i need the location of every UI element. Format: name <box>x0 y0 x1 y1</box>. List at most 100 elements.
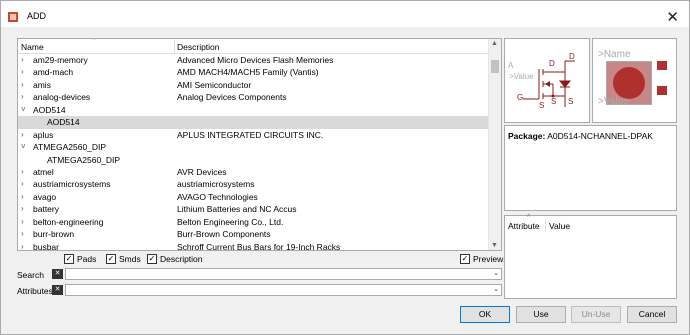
pads-checkbox[interactable]: ✓ <box>64 254 74 264</box>
use-button[interactable]: Use <box>516 306 566 323</box>
description-label: Description <box>160 254 203 264</box>
expand-arrow-icon[interactable]: › <box>21 178 29 190</box>
item-name: atmel <box>33 166 54 177</box>
item-name: aplus <box>33 129 54 140</box>
list-item[interactable]: › avago AVAGO Technologies <box>18 191 490 203</box>
library-list[interactable]: ^ Name Description › am29-memory Advanced … <box>17 38 502 251</box>
list-vertical-scrollbar[interactable]: ▲ ▼ <box>488 39 501 250</box>
collapse-arrow-icon[interactable]: ˅ <box>21 141 29 153</box>
list-item[interactable]: › burr-brown Burr-Brown Components <box>18 228 490 240</box>
column-header-attribute[interactable]: Attribute <box>508 221 540 231</box>
expand-arrow-icon[interactable]: › <box>21 191 29 203</box>
item-name: amis <box>33 79 51 90</box>
package-info-value: A0D514-NCHANNEL-DPAK <box>547 131 653 141</box>
pads-option[interactable]: ✓ Pads <box>64 254 96 264</box>
list-item[interactable]: › busbar Schroff Current Bus Bars for 19-I… <box>18 241 490 251</box>
list-item[interactable]: › am29-memory Advanced Micro Devices Flash… <box>18 54 490 66</box>
item-name: austriamicrosystems <box>33 179 111 190</box>
pads-label: Pads <box>77 254 97 264</box>
column-header-name[interactable]: Name <box>21 42 44 52</box>
close-icon[interactable]: ✕ <box>666 8 679 26</box>
item-name: avago <box>33 191 57 202</box>
window-title: ADD <box>27 11 47 21</box>
list-item[interactable]: › amis AMI Semiconductor <box>18 79 490 91</box>
preview-option[interactable]: ✓ Preview <box>460 254 503 264</box>
attributes-label: Attributes <box>17 286 53 296</box>
list-item[interactable]: › amd-mach AMD MACH4/MACH5 Family (Vantis) <box>18 66 490 78</box>
package-info-panel: Package: A0D514-NCHANNEL-DPAK <box>504 125 677 211</box>
collapse-arrow-icon[interactable]: ˅ <box>21 104 29 116</box>
list-item[interactable]: › belton-engineering Belton Engineering Co… <box>18 216 490 228</box>
list-item[interactable]: ˅ AOD514 <box>18 104 490 116</box>
ok-button[interactable]: OK <box>460 306 510 323</box>
symbol-pin-d-left: D <box>549 59 555 68</box>
list-item[interactable]: › aplus APLUS INTEGRATED CIRCUITS INC. <box>18 129 490 141</box>
symbol-pin-s-right: S <box>568 97 574 106</box>
search-label: Search <box>17 270 44 280</box>
column-separator[interactable] <box>545 219 546 231</box>
column-header-description[interactable]: Description <box>177 42 220 52</box>
list-item[interactable]: ATMEGA2560_DIP <box>18 154 490 166</box>
symbol-preview[interactable]: A >Value D D G S S S <box>504 38 590 123</box>
symbol-pin-a-label: A <box>508 61 514 70</box>
item-name: ATMEGA2560_DIP <box>47 154 121 165</box>
item-description: AVAGO Technologies <box>177 191 258 202</box>
list-item[interactable]: › battery Lithium Batteries and NC Accus <box>18 203 490 215</box>
package-pad-1 <box>657 61 667 70</box>
item-name: am29-memory <box>33 55 88 65</box>
expand-arrow-icon[interactable]: › <box>21 216 29 228</box>
scroll-thumb[interactable] <box>491 60 499 73</box>
package-info: Package: A0D514-NCHANNEL-DPAK <box>508 131 653 141</box>
item-name: AOD514 <box>47 117 80 128</box>
attributes-clear-icon[interactable]: ✕ <box>52 285 63 295</box>
title-bar: ADD ✕ <box>1 7 689 27</box>
preview-label: Preview <box>473 254 504 264</box>
search-dropdown-icon[interactable]: ⌄ <box>493 269 499 277</box>
column-header-value[interactable]: Value <box>549 221 570 231</box>
list-rows: › am29-memory Advanced Micro Devices Flash… <box>18 54 490 251</box>
description-checkbox[interactable]: ✓ <box>147 254 157 264</box>
expand-arrow-icon[interactable]: › <box>21 66 29 78</box>
add-dialog: ADD ✕ ^ Name Description › am29-memory Adv… <box>0 0 690 335</box>
expand-arrow-icon[interactable]: › <box>21 228 29 240</box>
list-item[interactable]: ˅ ATMEGA2560_DIP <box>18 141 490 153</box>
expand-arrow-icon[interactable]: › <box>21 79 29 91</box>
item-description: Lithium Batteries and NC Accus <box>177 204 297 215</box>
expand-arrow-icon[interactable]: › <box>21 54 29 66</box>
search-input[interactable]: ⌄ <box>65 268 502 280</box>
smds-label: Smds <box>119 254 141 264</box>
symbol-value-label: >Value <box>509 72 534 81</box>
expand-arrow-icon[interactable]: › <box>21 241 29 250</box>
search-clear-icon[interactable]: ✕ <box>52 269 63 279</box>
package-info-label: Package: <box>508 131 546 141</box>
list-item[interactable]: › analog-devices Analog Devices Components <box>18 91 490 103</box>
attributes-input[interactable]: ⌄ <box>65 284 502 296</box>
preview-checkbox[interactable]: ✓ <box>460 254 470 264</box>
column-separator[interactable] <box>174 40 175 53</box>
filter-options: ✓ Pads ✓ Smds ✓ Description ✓ Preview <box>17 254 503 267</box>
item-name: analog-devices <box>33 92 91 103</box>
symbol-pin-d-right: D <box>569 52 575 61</box>
expand-arrow-icon[interactable]: › <box>21 166 29 178</box>
item-description: AMI Semiconductor <box>177 79 252 90</box>
expand-arrow-icon[interactable]: › <box>21 203 29 215</box>
package-preview[interactable]: >Name >Value <box>592 38 677 123</box>
cancel-button[interactable]: Cancel <box>627 306 677 323</box>
scroll-down-icon[interactable]: ▼ <box>491 242 498 249</box>
attributes-dropdown-icon[interactable]: ⌄ <box>493 285 499 293</box>
expand-arrow-icon[interactable]: › <box>21 129 29 141</box>
scroll-up-icon[interactable]: ▲ <box>491 40 498 47</box>
smds-option[interactable]: ✓ Smds <box>106 254 141 264</box>
unuse-button[interactable]: Un-Use <box>571 306 621 323</box>
list-item[interactable]: › atmel AVR Devices <box>18 166 490 178</box>
expand-arrow-icon[interactable]: › <box>21 91 29 103</box>
description-option[interactable]: ✓ Description <box>147 254 203 264</box>
list-item[interactable]: AOD514 <box>18 116 490 129</box>
smds-checkbox[interactable]: ✓ <box>106 254 116 264</box>
list-item[interactable]: › austriamicrosystems austriamicrosystems <box>18 178 490 190</box>
symbol-pin-s-mid: S <box>551 97 557 106</box>
item-description: austriamicrosystems <box>177 179 255 190</box>
item-description: Advanced Micro Devices Flash Memories <box>177 55 334 65</box>
item-description: Schroff Current Bus Bars for 19-Inch Rac… <box>177 241 341 251</box>
symbol-pin-g: G <box>517 93 524 102</box>
